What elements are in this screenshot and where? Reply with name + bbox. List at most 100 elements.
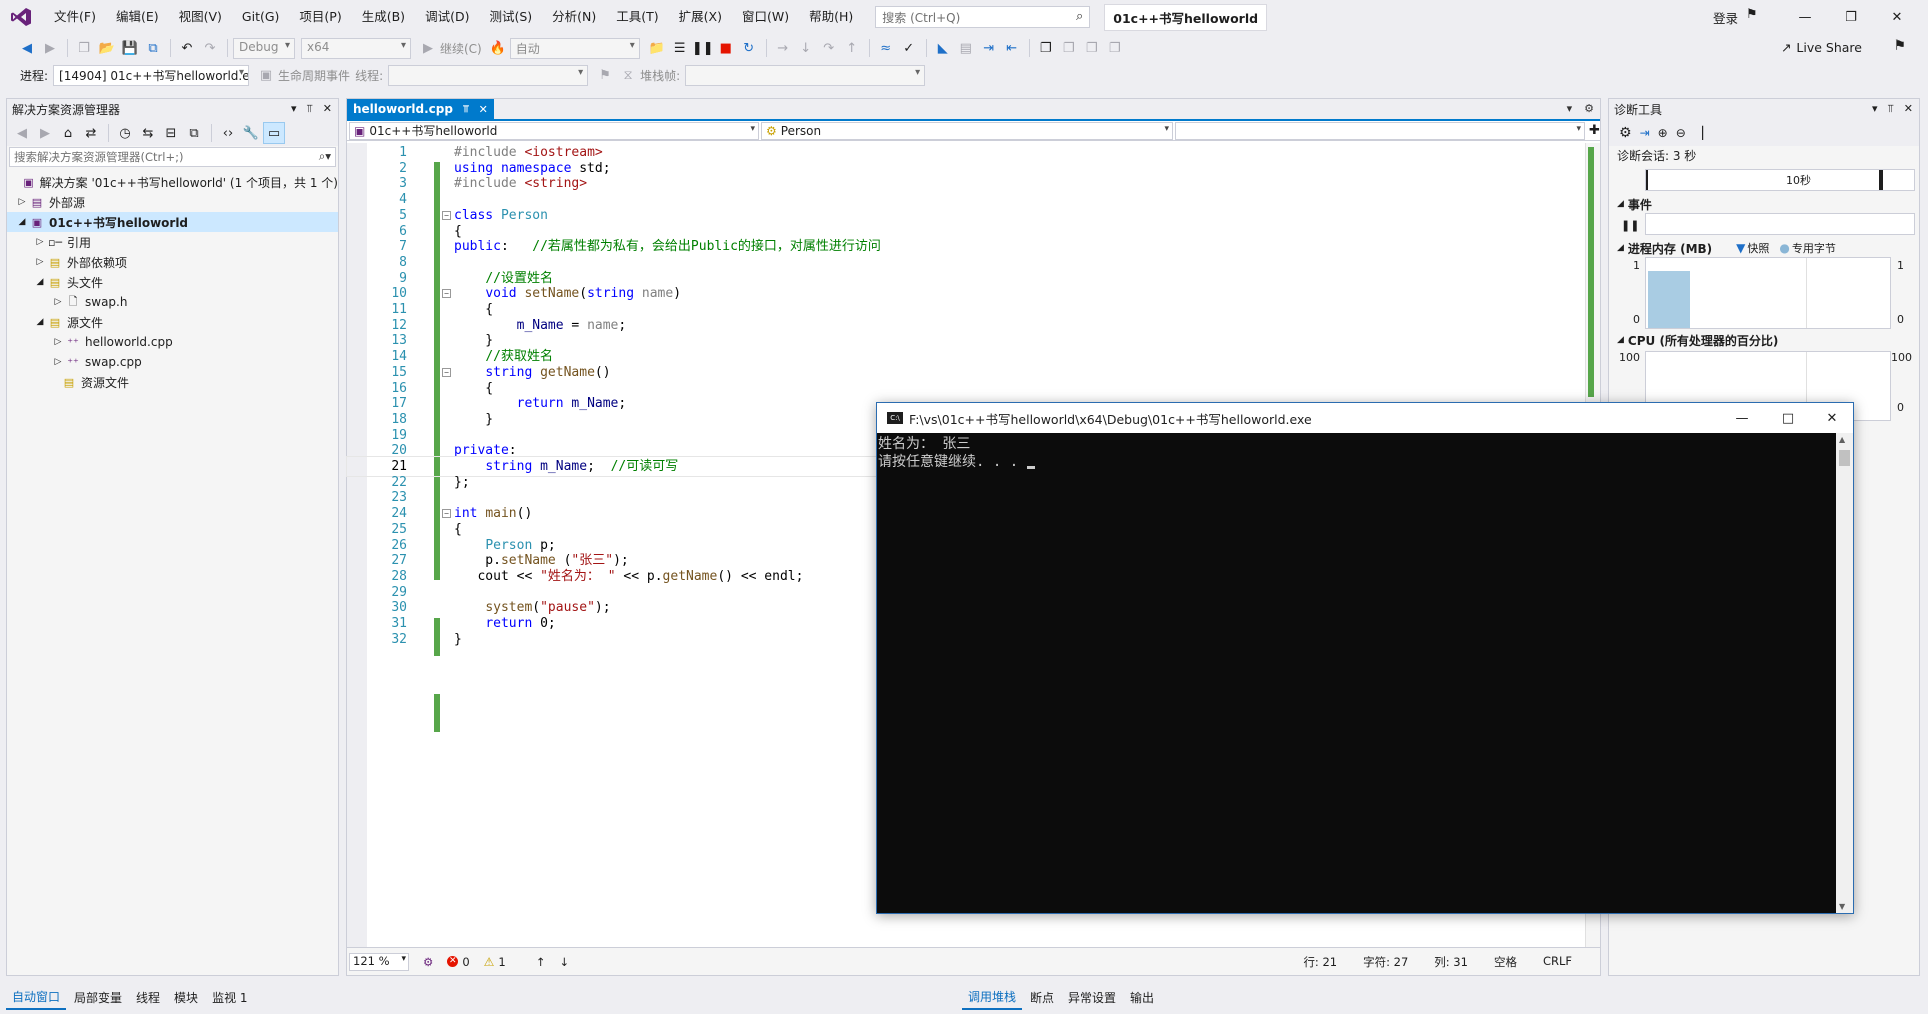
expand-icon[interactable]: ▷ <box>33 237 47 247</box>
back-icon[interactable]: ◀ <box>16 37 38 59</box>
undo-icon[interactable]: ↶ <box>176 37 198 59</box>
console-close-button[interactable]: ✕ <box>1809 403 1855 433</box>
restart-icon[interactable]: ↻ <box>738 37 760 59</box>
live-share-button[interactable]: ↗ Live Share <box>1781 40 1862 55</box>
bookmark-icon[interactable]: ❐ <box>1035 37 1057 59</box>
flag-thread-icon[interactable]: ⚑ <box>594 64 616 86</box>
scroll-down-icon[interactable]: ▼ <box>1839 902 1845 911</box>
tab-locals[interactable]: 局部变量 <box>68 986 128 1009</box>
console-scroll-thumb[interactable] <box>1839 450 1850 466</box>
reset-zoom-icon[interactable]: ▕ <box>1694 126 1703 140</box>
tab-helloworld-cpp[interactable]: helloworld.cpp ⫪ ✕ <box>347 99 494 119</box>
step-into-icon[interactable]: ↓ <box>795 37 817 59</box>
settings-icon[interactable]: ⚙ <box>1619 125 1632 141</box>
pause-icon[interactable]: ❚❚ <box>1621 219 1639 232</box>
next-bookmark-icon[interactable]: ❐ <box>1081 37 1103 59</box>
tree-item-external-sources[interactable]: ▷ ▤ 外部源 <box>7 192 338 212</box>
solution-search-input[interactable]: 搜索解决方案资源管理器(Ctrl+;) ⌕▾ <box>9 147 336 167</box>
tab-threads[interactable]: 线程 <box>130 986 166 1009</box>
menu-extensions[interactable]: 扩展(X) <box>669 0 732 34</box>
tree-item-swap-h[interactable]: ▷ 🗋 swap.h <box>7 292 338 312</box>
history-icon[interactable]: ◷ <box>114 122 136 144</box>
sync-icon[interactable]: ⇆ <box>137 122 159 144</box>
show-all-files-icon[interactable]: ⧉ <box>183 122 205 144</box>
collapse-region-icon[interactable]: − <box>442 367 451 377</box>
close-button[interactable]: ✕ <box>1874 0 1920 34</box>
restore-button[interactable]: ❐ <box>1828 0 1874 34</box>
hot-reload-icon[interactable]: 🔥 <box>487 37 509 59</box>
zoom-in-icon[interactable]: ⊕ <box>1658 126 1668 140</box>
configuration-select[interactable]: Debug <box>233 37 295 59</box>
collapse-region-icon[interactable]: − <box>442 210 451 220</box>
menu-project[interactable]: 项目(P) <box>289 0 351 34</box>
menu-build[interactable]: 生成(B) <box>352 0 415 34</box>
menu-window[interactable]: 窗口(W) <box>732 0 799 34</box>
collapse-region-icon[interactable]: − <box>442 509 451 519</box>
view-code-icon[interactable]: ‹› <box>217 122 239 144</box>
expand-icon[interactable]: ▷ <box>15 197 29 207</box>
collapse-region-icon[interactable]: − <box>442 289 451 299</box>
search-input[interactable]: 搜索 (Ctrl+Q) ⌕ <box>875 6 1091 28</box>
tree-item-helloworld-cpp[interactable]: ▷ ⁺⁺ helloworld.cpp <box>7 332 338 352</box>
step-over-icon[interactable]: ↷ <box>818 37 840 59</box>
new-item-icon[interactable]: ❐ <box>73 37 95 59</box>
show-next-statement-icon[interactable]: → <box>772 37 794 59</box>
forward-icon[interactable]: ▶ <box>34 122 56 144</box>
home-icon[interactable]: ⌂ <box>57 122 79 144</box>
close-icon[interactable]: ✕ <box>323 102 332 116</box>
prev-issue-icon[interactable]: ↑ <box>536 955 546 969</box>
tree-item-solution[interactable]: ▣ 解决方案 '01c++书写helloworld' (1 个项目，共 1 个) <box>7 172 338 192</box>
stackframe-select[interactable] <box>685 64 926 86</box>
menu-view[interactable]: 视图(V) <box>169 0 232 34</box>
save-all-icon[interactable]: ⧉ <box>142 37 164 59</box>
pin-icon[interactable]: ⫪ <box>307 102 313 116</box>
menu-test[interactable]: 测试(S) <box>479 0 542 34</box>
tab-exception-settings[interactable]: 异常设置 <box>1062 986 1122 1009</box>
tab-autos[interactable]: 自动窗口 <box>6 985 67 1010</box>
continue-button[interactable]: 继续(C) <box>440 40 482 57</box>
open-folder-icon[interactable]: 📂 <box>96 37 118 59</box>
tab-call-stack[interactable]: 调用堆栈 <box>962 985 1023 1010</box>
class-select[interactable]: ⚙ Person <box>761 121 1173 140</box>
tab-modules[interactable]: 模块 <box>168 986 204 1009</box>
menu-help[interactable]: 帮助(H) <box>799 0 863 34</box>
events-section[interactable]: ◢ 事件 <box>1613 195 1652 213</box>
outdent-icon[interactable]: ⇤ <box>1001 37 1023 59</box>
stop-icon[interactable]: ■ <box>715 37 737 59</box>
minimize-button[interactable]: — <box>1782 0 1828 34</box>
settings-icon[interactable]: ⚙ <box>1584 102 1594 115</box>
intellicode-icon[interactable]: ⚙ <box>423 955 433 969</box>
cpu-section[interactable]: ◢ CPU (所有处理器的百分比) <box>1613 331 1778 349</box>
whitespace-mode[interactable]: 空格 <box>1494 954 1517 970</box>
expand-icon[interactable]: ▷ <box>51 297 65 307</box>
scroll-up-icon[interactable]: ▲ <box>1839 435 1845 444</box>
console-output[interactable]: 姓名为： 张三 请按任意键继续. . . <box>877 433 1837 913</box>
console-window[interactable]: C:\ F:\vs\01c++书写helloworld\x64\Debug\01… <box>876 402 1854 914</box>
line-ending[interactable]: CRLF <box>1543 954 1572 970</box>
pin-icon[interactable]: ⫪ <box>1888 102 1894 116</box>
tab-watch-1[interactable]: 监视 1 <box>206 986 253 1009</box>
switch-views-icon[interactable]: ⇄ <box>80 122 102 144</box>
save-icon[interactable]: 💾 <box>119 37 141 59</box>
tree-item-resource-files[interactable]: ▤ 资源文件 <box>7 372 338 392</box>
console-maximize-button[interactable]: □ <box>1765 403 1811 433</box>
tab-output[interactable]: 输出 <box>1124 986 1160 1009</box>
comment-icon[interactable]: ◣ <box>932 37 954 59</box>
visual-studio-logo-icon[interactable] <box>8 4 34 30</box>
account-icon[interactable]: ⚑ <box>1746 7 1758 22</box>
redo-icon[interactable]: ↷ <box>199 37 221 59</box>
dropdown-icon[interactable]: ▾ <box>1872 102 1878 116</box>
console-scrollbar[interactable]: ▲ ▼ <box>1836 433 1853 913</box>
lifecycle-events-button[interactable]: 生命周期事件 <box>278 67 350 84</box>
menu-debug[interactable]: 调试(D) <box>415 0 479 34</box>
indent-icon[interactable]: ⇥ <box>978 37 1000 59</box>
pause-icon[interactable]: ❚❚ <box>692 37 714 59</box>
diagnostics-icon[interactable]: ☰ <box>669 37 691 59</box>
collapse-icon[interactable]: ◢ <box>15 217 29 227</box>
collapse-all-icon[interactable]: ⊟ <box>160 122 182 144</box>
next-issue-icon[interactable]: ↓ <box>559 955 569 969</box>
split-icon[interactable]: ✚ <box>1589 123 1600 138</box>
platform-select[interactable]: x64 <box>301 37 411 59</box>
tree-item-swap-cpp[interactable]: ▷ ⁺⁺ swap.cpp <box>7 352 338 372</box>
feedback-icon[interactable]: ⚑ <box>1893 38 1906 54</box>
